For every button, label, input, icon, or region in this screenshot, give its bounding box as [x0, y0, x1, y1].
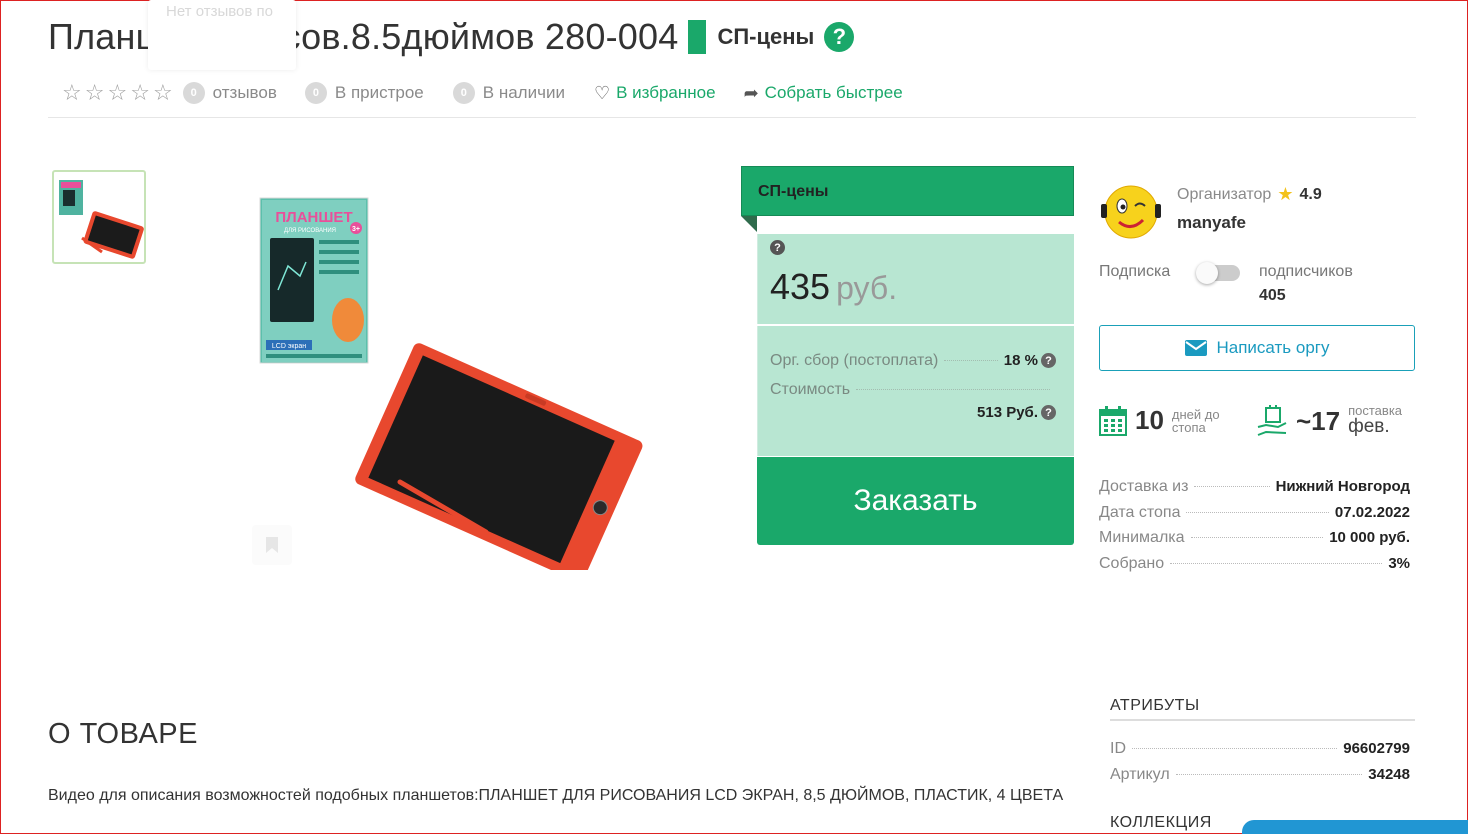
- price: 435 руб.: [770, 266, 897, 308]
- days-to-stop: 10 дней до стопа: [1099, 405, 1220, 436]
- product-illustration: ПЛАНШЕТ ДЛЯ РИСОВАНИЯ 3+ LCD экран: [259, 197, 643, 582]
- box-age-text: 3+: [352, 226, 360, 233]
- subscribe-label: Подписка: [1099, 263, 1171, 280]
- rating-stars[interactable]: ☆ ☆ ☆ ☆ ☆: [62, 80, 173, 106]
- calendar-icon: [1099, 405, 1127, 436]
- ribbon-fold: [741, 216, 757, 232]
- about-text: Видео для описания возможностей подобных…: [48, 787, 1064, 804]
- share-label: Собрать быстрее: [764, 83, 903, 102]
- days-label: дней до стопа: [1172, 408, 1220, 434]
- stock-count-badge: 0: [452, 82, 475, 104]
- fee-help-icon[interactable]: ?: [1041, 353, 1056, 368]
- box-footer-text: LCD экран: [272, 343, 306, 350]
- window-frame: [0, 0, 1468, 834]
- subscribe-toggle[interactable]: [1196, 262, 1240, 284]
- attribute-row: ID 96602799: [1110, 740, 1410, 757]
- star-outline-icon[interactable]: ☆: [107, 80, 127, 106]
- star-filled-icon: ★: [1277, 184, 1294, 204]
- star-outline-icon[interactable]: ☆: [130, 80, 150, 106]
- toggle-knob: [1196, 262, 1218, 284]
- price-value: 435: [770, 266, 831, 307]
- star-outline-icon[interactable]: ☆: [85, 80, 105, 106]
- write-organizer-button[interactable]: Написать оргу: [1099, 325, 1415, 371]
- avatar[interactable]: [1099, 182, 1161, 242]
- price-currency: руб.: [836, 270, 898, 306]
- price-panel-header: СП-цены: [741, 166, 1074, 216]
- fee-row: Орг. сбор (постоплата) 18 % ?: [770, 352, 1056, 370]
- attach-count-badge: 0: [304, 82, 327, 104]
- info-row: Доставка из Нижний Новгород: [1099, 478, 1410, 495]
- box-subtitle-text: ДЛЯ РИСОВАНИЯ: [284, 228, 336, 234]
- share-arrow-icon: ➦: [743, 82, 759, 103]
- reviews-label: отзывов: [212, 83, 277, 102]
- favorite-link[interactable]: ♡ В избранное: [594, 83, 716, 104]
- delivery-eta: ~17 поставка фев.: [1256, 404, 1402, 437]
- attribute-row: Артикул 34248: [1110, 765, 1410, 783]
- about-title: О ТОВАРЕ: [48, 718, 198, 750]
- cost-row: Стоимость: [770, 381, 1056, 399]
- fee-value: 18 %: [1003, 352, 1038, 369]
- write-organizer-label: Написать оргу: [1216, 338, 1330, 357]
- price-type-marker: [688, 20, 707, 54]
- purchase-info: Доставка из Нижний Новгород Дата стопа 07.…: [1099, 478, 1410, 580]
- days-label-line2: стопа: [1171, 419, 1206, 435]
- delivery-label-wrap: поставка фев.: [1348, 404, 1402, 436]
- delivery-hand-icon: [1257, 405, 1287, 436]
- cost-label: Стоимость: [770, 381, 851, 398]
- info-row: Минималка 10 000 руб.: [1099, 529, 1410, 547]
- gallery-thumbnail[interactable]: [52, 170, 146, 264]
- page-title: Планшет д/рисов.8.5дюймов 280-004: [48, 16, 679, 57]
- fee-label: Орг. сбор (постоплата): [770, 352, 939, 369]
- fee-box: Орг. сбор (постоплата) 18 % ? Стоимость …: [757, 326, 1074, 456]
- fee-value-wrap: 18 % ?: [1004, 352, 1056, 369]
- heart-outline-icon: ♡: [593, 82, 611, 103]
- bookmark-button[interactable]: [252, 525, 292, 565]
- organizer-label-row: Организатор ★ 4.9: [1177, 184, 1322, 205]
- chat-widget-button[interactable]: [1242, 820, 1468, 834]
- stock-label: В наличии: [482, 83, 565, 102]
- attach-link[interactable]: 0 В пристрое: [304, 82, 424, 104]
- organizer-rating: 4.9: [1299, 185, 1322, 203]
- thumbnail-image: [59, 180, 144, 259]
- divider: [48, 117, 1416, 118]
- box-title-text: ПЛАНШЕТ: [275, 209, 352, 226]
- envelope-icon: [1184, 340, 1207, 356]
- subscribers-count: 405: [1259, 287, 1286, 304]
- reviews-count-badge: 0: [182, 82, 205, 104]
- info-row: Дата стопа 07.02.2022: [1099, 503, 1410, 521]
- smiley-avatar-image: [1101, 185, 1161, 239]
- question-circle-icon[interactable]: ?: [824, 22, 855, 52]
- stock-link[interactable]: 0 В наличии: [452, 82, 565, 104]
- star-outline-icon[interactable]: ☆: [62, 80, 82, 106]
- bookmark-icon: [266, 537, 278, 553]
- reviews-link[interactable]: 0 отзывов: [182, 82, 277, 104]
- info-row: Собрано 3%: [1099, 554, 1410, 572]
- cost-value-row: 513 Руб. ?: [770, 404, 1056, 421]
- attributes-title: АТРИБУТЫ: [1110, 697, 1200, 714]
- days-value: 10: [1135, 405, 1164, 435]
- organizer-label: Организатор: [1177, 185, 1272, 203]
- collection-title: КОЛЛЕКЦИЯ: [1110, 814, 1212, 831]
- price-type-label: СП-цены: [717, 24, 815, 49]
- star-outline-icon[interactable]: ☆: [153, 80, 173, 106]
- attach-label: В пристрое: [334, 83, 424, 102]
- order-button[interactable]: Заказать: [757, 457, 1074, 545]
- price-help-icon[interactable]: ?: [770, 240, 785, 255]
- cost-value-wrap: 513 Руб. ?: [977, 404, 1056, 421]
- reviews-tooltip: Нет отзывов по: [148, 0, 296, 70]
- product-main-image[interactable]: ПЛАНШЕТ ДЛЯ РИСОВАНИЯ 3+ LCD экран: [240, 170, 660, 582]
- subscribers-label: подписчиков: [1259, 263, 1353, 280]
- organizer-name[interactable]: manyafe: [1177, 213, 1246, 233]
- attributes-divider: [1110, 719, 1415, 721]
- favorite-label: В избранное: [616, 83, 716, 102]
- price-box: ? 435 руб.: [757, 234, 1074, 324]
- cost-help-icon[interactable]: ?: [1041, 405, 1056, 420]
- share-link[interactable]: ➦ Собрать быстрее: [744, 83, 903, 104]
- cost-value: 513 Руб.: [977, 404, 1038, 421]
- attributes-list: ID 96602799 Артикул 34248: [1110, 740, 1410, 791]
- meta-row: ☆ ☆ ☆ ☆ ☆ 0 отзывов 0 В пристрое 0 В нал…: [62, 80, 903, 106]
- delivery-value: ~17: [1296, 405, 1341, 436]
- delivery-month: фев.: [1348, 416, 1390, 437]
